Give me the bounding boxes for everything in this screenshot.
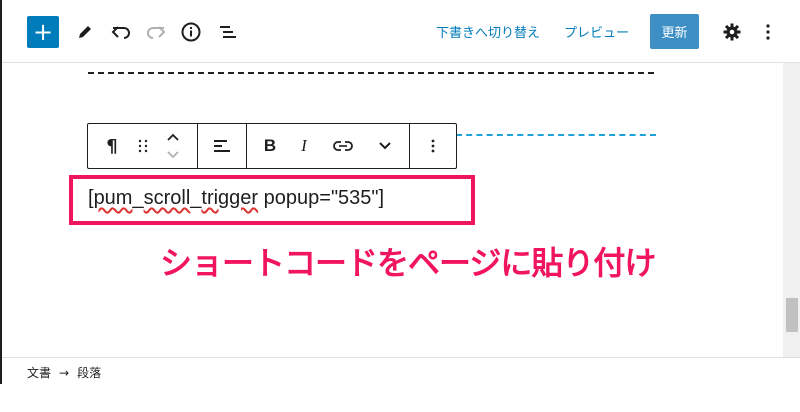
switch-to-draft-button[interactable]: 下書きへ切り替え (436, 22, 540, 41)
add-block-button[interactable]: + (27, 16, 59, 48)
edit-tools-button[interactable] (71, 18, 99, 46)
italic-button[interactable]: I (291, 133, 317, 159)
preview-button[interactable]: プレビュー (564, 22, 629, 41)
shortcode-attributes: popup="535"] (258, 187, 385, 209)
shortcode-separator: _ (132, 187, 144, 209)
breadcrumb-block[interactable]: 段落 (77, 366, 101, 380)
move-down-button[interactable] (160, 146, 186, 164)
paragraph-block-button[interactable]: ¶ (99, 133, 125, 159)
editor-top-toolbar: + 下書きへ切り替え プレビュー 更新 (2, 0, 800, 63)
update-button[interactable]: 更新 (650, 14, 699, 49)
more-vertical-icon (431, 139, 435, 153)
list-view-icon (220, 26, 236, 38)
details-button[interactable] (177, 18, 205, 46)
toolbar-divider (409, 124, 410, 168)
align-left-icon (214, 140, 230, 152)
align-button[interactable] (209, 133, 235, 159)
separator-dashes (88, 72, 654, 74)
editor-footer: 文書 → 段落 (2, 357, 800, 385)
drag-handle-icon (138, 139, 148, 153)
link-icon (333, 141, 353, 151)
bold-button[interactable]: B (257, 133, 283, 159)
info-icon (181, 22, 201, 42)
options-menu-button[interactable] (754, 18, 782, 46)
list-view-button[interactable] (214, 18, 242, 46)
more-formats-button[interactable] (372, 133, 398, 159)
breadcrumb: 文書 → 段落 (27, 364, 109, 381)
shortcode-word: scroll (143, 187, 191, 209)
paragraph-block[interactable]: [pum_scroll_trigger popup="535"] (88, 187, 384, 210)
bottom-strip (0, 384, 800, 412)
scrollbar-thumb[interactable] (786, 298, 798, 332)
chevron-down-icon (167, 151, 179, 159)
link-button[interactable] (330, 133, 356, 159)
toolbar-divider (246, 124, 247, 168)
settings-button[interactable] (718, 18, 746, 46)
drag-handle[interactable] (130, 133, 156, 159)
undo-button[interactable] (107, 18, 135, 46)
chevron-up-icon (167, 133, 179, 141)
undo-icon (111, 26, 130, 39)
block-options-button[interactable] (420, 133, 446, 159)
breadcrumb-arrow: → (59, 366, 70, 380)
paragraph-icon: ¶ (106, 135, 118, 157)
redo-button[interactable] (142, 18, 170, 46)
toolbar-divider (197, 124, 198, 168)
move-up-button[interactable] (160, 128, 186, 146)
more-vertical-icon (766, 24, 770, 40)
redo-icon (147, 26, 166, 39)
shortcode-word: pum (93, 187, 133, 209)
gear-icon (723, 23, 741, 41)
block-toolbar: ¶ B I (87, 123, 457, 169)
breadcrumb-document[interactable]: 文書 (27, 366, 51, 380)
plus-icon: + (32, 18, 54, 46)
shortcode-separator: _ (190, 187, 202, 209)
pencil-icon (79, 26, 91, 38)
chevron-down-icon (379, 142, 391, 150)
annotation-callout: ショートコードをページに貼り付け (160, 244, 656, 282)
separator-dashes-blue (456, 134, 656, 136)
shortcode-word: trigger (201, 187, 259, 209)
